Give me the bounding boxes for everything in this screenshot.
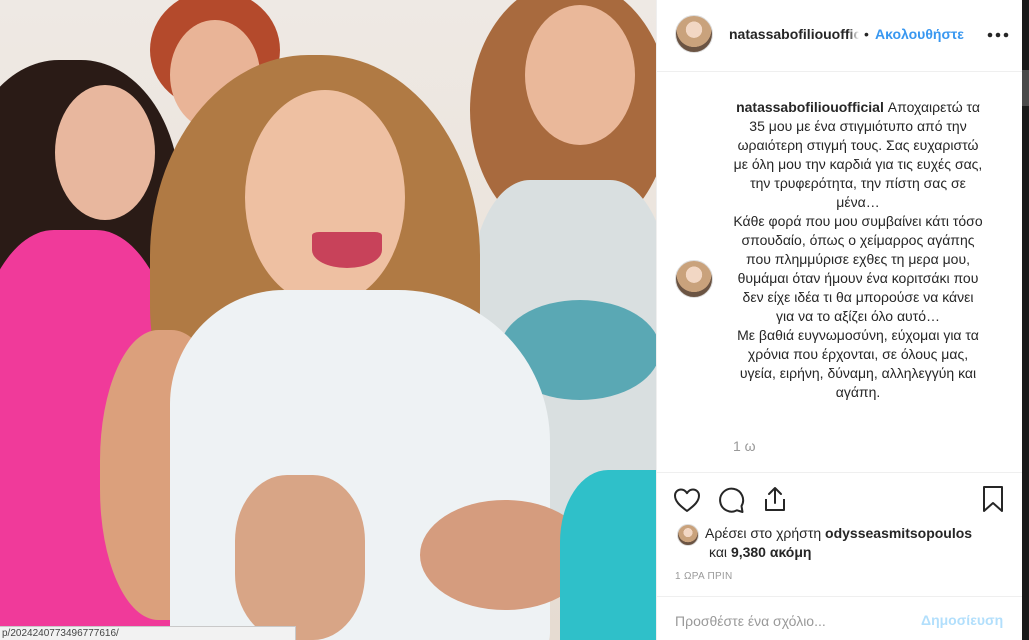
follow-button[interactable]: Ακολουθήστε	[875, 26, 964, 42]
comment-form: Δημοσίευση	[657, 596, 1023, 640]
post-comment-button[interactable]: Δημοσίευση	[921, 612, 1003, 628]
photo-bride-smile	[312, 232, 382, 268]
post-photo[interactable]: p/2024240773496777616/	[0, 0, 656, 640]
comment-input[interactable]	[675, 611, 925, 631]
caption-section: natassabofiliouofficial Αποχαιρετώ τα 35…	[657, 72, 1023, 472]
likes-line-1: Αρέσει στο χρήστη odysseasmitsopoulos	[705, 525, 972, 541]
likes-section: Αρέσει στο χρήστη odysseasmitsopoulos κα…	[657, 522, 1023, 566]
share-icon	[765, 487, 785, 511]
scrollbar-thumb[interactable]	[1022, 70, 1029, 106]
save-button[interactable]	[981, 485, 1005, 513]
caption-body: Αποχαιρετώ τα 35 μου με ένα στιγμιότυπο …	[733, 99, 983, 400]
photo-face-left	[55, 85, 155, 220]
author-avatar[interactable]	[675, 15, 713, 53]
likes-line-2: και 9,380 ακόμη	[709, 544, 811, 560]
caption-username[interactable]: natassabofiliouofficial	[736, 99, 884, 115]
caption-text-block: natassabofiliouofficial Αποχαιρετώ τα 35…	[733, 98, 983, 402]
liker-username[interactable]: odysseasmitsopoulos	[825, 525, 972, 541]
comment-icon	[719, 487, 745, 513]
post-timestamp[interactable]: 1 ΩΡΑ ΠΡΙΝ	[675, 571, 733, 582]
share-button[interactable]	[761, 485, 789, 513]
like-button[interactable]	[673, 487, 701, 513]
caption-timestamp[interactable]: 1 ω	[733, 438, 756, 454]
likes-prefix: Αρέσει στο χρήστη	[705, 525, 826, 541]
heart-icon	[674, 488, 700, 512]
instagram-post-modal: p/2024240773496777616/ natassabofiliouof…	[0, 0, 1029, 640]
page-scrollbar[interactable]	[1022, 0, 1029, 640]
browser-status-url: p/2024240773496777616/	[0, 626, 296, 640]
likes-conjunction: και	[709, 544, 731, 560]
more-options-button[interactable]	[987, 22, 1009, 43]
photo-face-right	[525, 5, 635, 145]
post-header: natassabofiliouofficial • Ακολουθήστε	[657, 0, 1023, 72]
header-separator: •	[864, 26, 869, 42]
photo-hand-bottom	[235, 475, 365, 640]
ellipsis-icon	[987, 32, 1009, 38]
liker-avatar[interactable]	[677, 524, 699, 546]
author-username[interactable]: natassabofiliouofficial	[729, 26, 859, 44]
likes-count-link[interactable]: 9,380 ακόμη	[731, 544, 812, 560]
caption-avatar[interactable]	[675, 260, 713, 298]
bookmark-icon	[983, 486, 1003, 512]
photo-bride-face	[245, 90, 405, 305]
post-sidebar: natassabofiliouofficial • Ακολουθήστε na…	[656, 0, 1023, 640]
comment-button[interactable]	[717, 486, 745, 514]
photo-turquoise-figure	[560, 470, 656, 640]
action-bar	[657, 472, 1023, 526]
